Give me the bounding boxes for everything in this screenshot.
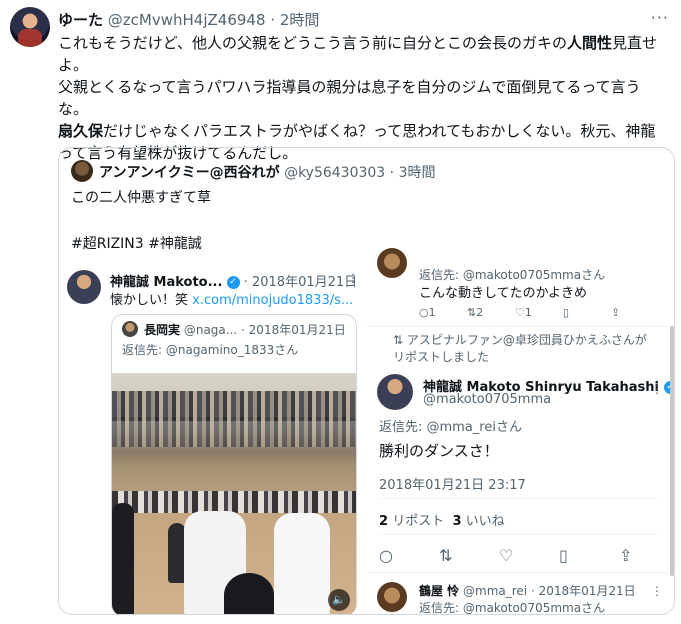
mute-icon: 🔈 <box>328 589 350 611</box>
reply-actions-1: ○1 ⇅2 ♡1 ▯ ⇪ <box>419 306 659 319</box>
reply-text-2: 勝利のダンスさ！ <box>379 442 499 460</box>
author-avatar[interactable] <box>10 7 50 47</box>
reply-text-1: こんな動きしてたのかよきめ <box>419 286 587 301</box>
reply-3-meta: @mma_rei · 2018年01月21日 <box>463 584 636 598</box>
quoted-media-image[interactable]: 神龍誠 Makoto... ✓ · 2018年01月21日 ⋮ 懐かしい！笑 x… <box>59 248 674 615</box>
reply-to-2-text: 返信先: @mma_reiさん <box>379 420 522 435</box>
author-handle[interactable]: @zcMvwhH4jZ46948 <box>108 11 266 29</box>
quoted-hashtags[interactable]: #超RIZIN3 #神龍誠 <box>71 234 202 255</box>
post-line-1-text: これもそうだけど、他人の父親をどうこう言う前に自分とこの会長のガキの <box>58 34 567 52</box>
share-icon-2: ⇪ <box>619 546 633 565</box>
reply-3-name: 鶴屋 怜 <box>419 584 460 598</box>
verified-badge-icon: ✓ <box>226 276 240 289</box>
divider-4 <box>365 572 674 573</box>
bookmark-icon: ▯ <box>563 306 570 319</box>
shot-inner-quoted-card: 長岡実 @naga... · 2018年01月21日 返信先: @nagamin… <box>111 314 357 614</box>
author-display-name[interactable]: ゆーた <box>58 11 103 29</box>
likes-count: 3 <box>452 514 462 529</box>
post-line-1-bold: 人間性 <box>566 34 612 52</box>
shot-right-handle: @makoto0705mma <box>423 392 552 407</box>
inner-card-header: 長岡実 @naga... · 2018年01月21日 <box>144 321 346 338</box>
rei-avatar-top <box>377 248 407 278</box>
shot-left-link: x.com/minojudo1833/s... <box>192 293 354 308</box>
post-body: これもそうだけど、他人の父親をどうこう言う前に自分とこの会長のガキの人間性見直せ… <box>58 32 670 164</box>
bookmark-icon-2: ▯ <box>559 546 568 565</box>
engagement-stats: 2 リポスト 3 いいね <box>379 510 505 529</box>
inner-card-handle: @naga... <box>183 323 238 337</box>
quoted-display-name[interactable]: アンアンイクミー@西谷れが <box>99 165 280 181</box>
shinryu-avatar-2 <box>377 374 413 410</box>
scrollbar <box>670 326 674 576</box>
shot-left-header: 神龍誠 Makoto... ✓ · 2018年01月21日 <box>110 271 357 290</box>
repost-count-icon: ⇅2 <box>467 306 484 319</box>
divider <box>365 326 674 327</box>
referee-figure <box>112 503 134 614</box>
inner-card-date: · 2018年01月21日 <box>241 323 346 337</box>
inner-card-reply: 返信先: @nagamino_1833さん <box>122 343 299 357</box>
judoka-right <box>274 513 330 614</box>
quoted-post[interactable]: アンアンイクミー@西谷れが @ky56430303 · 3時間 この二人仲悪すぎ… <box>58 147 675 615</box>
reposts-count: 2 <box>379 514 389 529</box>
reply-count-icon: ○1 <box>419 306 436 319</box>
quoted-handle[interactable]: @ky56430303 <box>284 165 385 181</box>
shot-right-timestamp: 2018年01月21日 23:17 <box>379 478 526 493</box>
like-icon: ♡ <box>499 546 514 565</box>
reply-to-3: 返信先: @makoto0705mmaさん <box>419 601 606 615</box>
reposts-label: リポスト <box>392 514 445 529</box>
reply-to-1: 返信先: @makoto0705mmaさん <box>419 268 606 282</box>
divider-3 <box>379 534 659 535</box>
likes-label: いいね <box>465 514 505 529</box>
shot-right-column: 返信先: @makoto0705mmaさん こんな動きしてたのかよきめ ○1 ⇅2… <box>365 248 674 615</box>
reply-3-more-icon: ⋮ <box>651 584 663 598</box>
inner-card-name: 長岡実 <box>144 323 181 337</box>
spectator-head <box>224 573 274 614</box>
post-time[interactable]: · 2時間 <box>270 11 319 29</box>
post-header: ゆーた @zcMvwhH4jZ46948 · 2時間 <box>58 9 319 30</box>
shot-left-text: 懐かしい！笑 x.com/minojudo1833/s... <box>110 289 353 308</box>
shinryu-avatar <box>67 270 101 304</box>
nagaoka-avatar <box>122 321 138 337</box>
post-line-3-bold: 扇久保 <box>58 122 104 140</box>
shot-left-text-prefix: 懐かしい！笑 <box>110 293 193 308</box>
share-icon: ⇪ <box>611 306 621 319</box>
like-count-icon: ♡1 <box>515 306 532 319</box>
judo-video-still: 🔈 <box>112 373 356 614</box>
quoted-post-header: アンアンイクミー@西谷れが @ky56430303 · 3時間 <box>99 162 435 182</box>
repost-note-text: アスピナルファン@卓珍団員ひかえふさんがリポストしました <box>393 333 647 364</box>
crowd-floor <box>112 491 356 513</box>
quoted-author-avatar[interactable] <box>71 160 93 182</box>
reply-to-2: 返信先: @mma_reiさん <box>379 416 522 435</box>
quoted-text: この二人仲悪すぎて草 <box>71 190 211 206</box>
crowd-mid <box>112 417 356 447</box>
post-line-1: これもそうだけど、他人の父親をどうこう言う前に自分とこの会長のガキの人間性見直せ… <box>58 32 670 76</box>
shot-left-name: 神龍誠 Makoto... <box>110 275 223 290</box>
quoted-time[interactable]: · 3時間 <box>390 165 436 181</box>
shot-left-more-icon: ⋮ <box>347 271 359 285</box>
repost-note: ⇅ アスピナルファン@卓珍団員ひかえふさんがリポストしました <box>393 333 647 364</box>
post-line-2: 父親とくるなって言うパワハラ指導員の親分は息子を自分のジムで面倒見てるって言うな… <box>58 78 641 118</box>
repost-icon: ⇅ <box>439 546 453 565</box>
shot-right-more-icon: ⋮ <box>651 382 663 396</box>
shot-left-date: · 2018年01月21日 <box>243 275 358 290</box>
reply-icon: ○ <box>379 546 393 565</box>
more-options-icon[interactable]: ··· <box>651 8 669 27</box>
rei-avatar <box>377 582 407 612</box>
reply-3-header: 鶴屋 怜 @mma_rei · 2018年01月21日 <box>419 582 636 599</box>
divider-2 <box>379 498 659 499</box>
action-bar: ○ ⇅ ♡ ▯ ⇪ <box>379 546 669 565</box>
